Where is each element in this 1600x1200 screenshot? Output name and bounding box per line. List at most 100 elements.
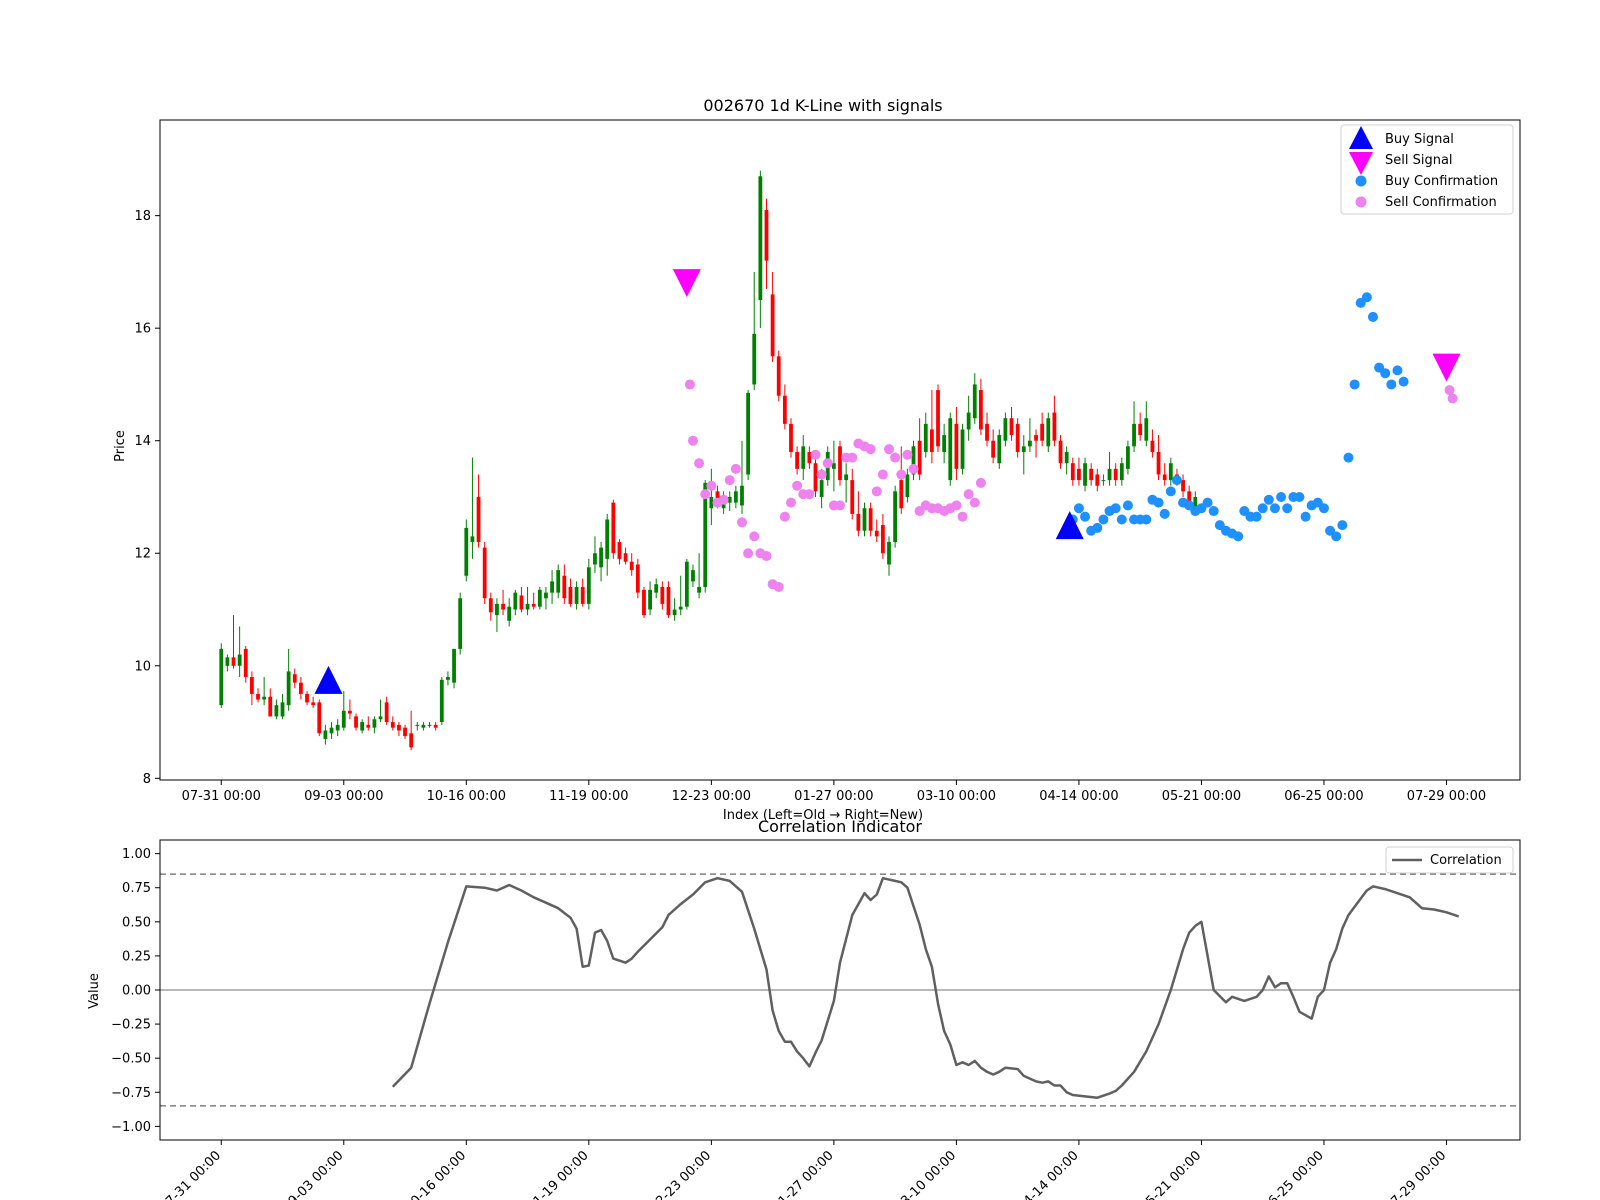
candle-body [262, 696, 267, 700]
candle-body [1168, 463, 1173, 481]
candle-body [746, 392, 751, 475]
correlation-xtick-label: 09-03 00:00 [280, 1148, 347, 1200]
buy-confirmation-point [1171, 475, 1182, 486]
correlation-ytick-label: −1.00 [111, 1120, 151, 1135]
sell-confirmation-point [865, 444, 876, 455]
sell-confirmation-point [877, 469, 888, 480]
sell-confirmation-point [761, 551, 772, 562]
sell-confirmation-point [724, 475, 735, 486]
candle-body [403, 727, 407, 737]
candle-body [1181, 480, 1185, 492]
candle-body [1126, 446, 1130, 469]
candle-body [642, 589, 646, 616]
sell-confirmation-point [908, 463, 919, 474]
correlation-ytick-label: 0.75 [122, 881, 151, 896]
buy-confirmation-point [1269, 503, 1280, 514]
candle-body [819, 480, 824, 497]
buy-confirmation-point [1116, 514, 1127, 525]
legend-buy-signal-label: Buy Signal [1385, 132, 1454, 147]
candle-body [372, 719, 377, 728]
correlation-xtick-label: 05-21 00:00 [1138, 1148, 1205, 1200]
candle-body [439, 679, 444, 723]
correlation-y-axis: −1.00 −0.75 −0.50 −0.25 0.00 0.25 0.50 0.75 1.00 [111, 847, 160, 1135]
candle-body [1070, 463, 1075, 481]
candle-body [813, 463, 818, 492]
correlation-ytick-label: −0.25 [111, 1018, 151, 1033]
candle-body [856, 513, 861, 531]
legend-sell-signal-label: Sell Signal [1385, 153, 1453, 168]
correlation-ytick-label: 0.00 [122, 984, 151, 999]
sell-confirmation-point [835, 500, 845, 511]
buy-confirmation-point [1153, 497, 1164, 508]
candle-body [1144, 418, 1149, 441]
buy-confirmation-point [1092, 522, 1103, 533]
correlation-ytick-label: 0.25 [122, 949, 151, 964]
candle-body [409, 733, 414, 748]
candle-body [593, 553, 597, 565]
candle-body [574, 587, 579, 604]
buy-confirmation-point [1282, 503, 1293, 514]
candle-body [899, 480, 904, 509]
candle-body [801, 446, 806, 469]
candle-body [1021, 446, 1026, 452]
candle-body [525, 603, 530, 610]
candle-body [1052, 412, 1057, 441]
candle-body [733, 491, 738, 503]
candle-body [531, 603, 536, 607]
candle-body [366, 724, 371, 728]
candle-body [623, 553, 628, 562]
candle-body [1046, 418, 1051, 447]
candle-body [464, 527, 469, 576]
buy-confirmation-point [1386, 379, 1397, 390]
correlation-panel: Correlation Indicator Value −1.00 −0.75 −0… [87, 817, 1521, 1200]
candle-body [905, 474, 910, 497]
buy-confirmation-point [1080, 511, 1091, 522]
sell-confirmation-point [969, 497, 980, 508]
candle-body [225, 657, 230, 666]
candle-body [599, 547, 603, 568]
kline-ytick-label: 16 [134, 322, 151, 337]
candle-body [501, 603, 505, 610]
candle-body [568, 587, 573, 604]
kline-y-axis: 8 10 12 14 16 18 [134, 209, 160, 787]
candle-body [764, 210, 769, 261]
candle-body [427, 724, 432, 726]
correlation-legend: Correlation [1385, 846, 1514, 874]
kline-xtick-label: 09-03 00:00 [304, 789, 383, 804]
sell-confirmation-point [700, 489, 711, 500]
candle-body [923, 423, 928, 452]
buy-confirmation-point [1263, 494, 1274, 505]
buy-confirmation-point [1331, 531, 1342, 542]
candle-body [311, 702, 316, 706]
candle-body [752, 333, 757, 385]
sell-confirmation-point [779, 511, 790, 522]
candle-body [495, 603, 499, 616]
buy-confirmation-point [1202, 497, 1213, 508]
candle-body [635, 564, 640, 593]
candle-body [586, 567, 591, 604]
sell-confirmation-point [687, 435, 698, 446]
kline-xtick-label: 01-27 00:00 [794, 789, 873, 804]
buy-confirmation-point [1141, 514, 1152, 525]
candle-body [335, 724, 340, 731]
candle-body [844, 474, 849, 481]
candle-body [1034, 435, 1038, 441]
sell-confirmation-point [773, 582, 784, 593]
candle-body [795, 451, 800, 469]
candle-body [1028, 440, 1032, 447]
kline-ytick-label: 8 [143, 772, 151, 787]
kline-legend: Buy Signal Sell Signal Buy Confirmation … [1340, 124, 1514, 215]
candle-body [850, 480, 855, 514]
legend-sell-confirmation-label: Sell Confirmation [1385, 195, 1497, 210]
sell-confirmation-point [694, 458, 705, 469]
correlation-line [391, 876, 1460, 1099]
correlation-ytick-label: −0.75 [111, 1086, 151, 1101]
candle-body [770, 294, 775, 357]
candle-body [874, 530, 879, 537]
candle-body [537, 589, 542, 607]
sell-confirmation-point [896, 469, 907, 480]
candle-body [280, 702, 285, 717]
candle-body [1138, 423, 1143, 436]
candle-body [1156, 451, 1161, 475]
candle-body [243, 648, 248, 678]
